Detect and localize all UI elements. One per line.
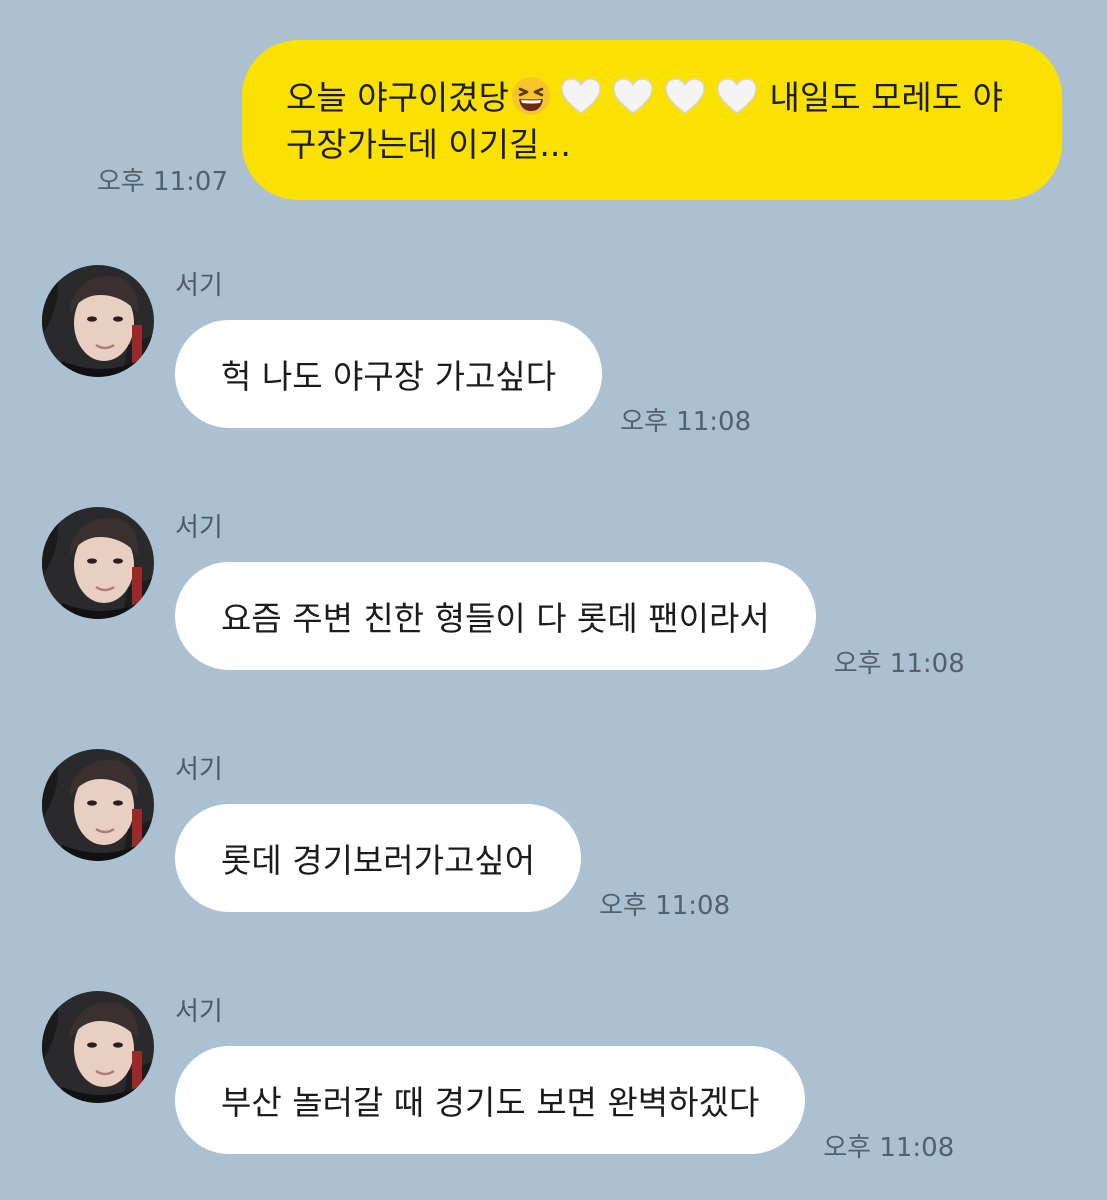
message-text: 롯데 경기보러가고싶어	[221, 841, 536, 880]
message-time: 오후 11:07	[96, 167, 228, 197]
white-heart-icon	[613, 78, 653, 114]
received-message-row: 롯데 경기보러가고싶어 오후 11:08	[175, 804, 730, 921]
message-time: 오후 11:08	[620, 407, 752, 437]
message-time: 오후 11:08	[823, 1133, 955, 1163]
received-message-row: 부산 놀러갈 때 경기도 보면 완벽하겠다 오후 11:08	[175, 1046, 954, 1163]
sender-name: 서기	[175, 997, 223, 1027]
avatar[interactable]	[42, 991, 154, 1103]
sent-message-row: 오후 11:07 오늘 야구이겼당 내일도 모레도 야구장가는데 이기길...	[97, 40, 1062, 200]
white-heart-icon	[665, 78, 705, 114]
message-text: 부산 놀러갈 때 경기도 보면 완벽하겠다	[221, 1083, 760, 1122]
received-message-row: 요즘 주변 친한 형들이 다 롯데 팬이라서 오후 11:08	[175, 562, 965, 679]
sender-name: 서기	[175, 755, 223, 785]
sent-message-bubble[interactable]: 오늘 야구이겼당 내일도 모레도 야구장가는데 이기길...	[242, 40, 1062, 200]
received-message-bubble[interactable]: 부산 놀러갈 때 경기도 보면 완벽하겠다	[175, 1046, 806, 1154]
received-message-bubble[interactable]: 요즘 주변 친한 형들이 다 롯데 팬이라서	[175, 562, 816, 670]
avatar[interactable]	[42, 265, 154, 377]
received-message-bubble[interactable]: 헉 나도 야구장 가고싶다	[175, 320, 603, 428]
message-text: 요즘 주변 친한 형들이 다 롯데 팬이라서	[221, 599, 770, 638]
avatar[interactable]	[42, 749, 154, 861]
grinning-squinting-face-icon	[512, 77, 551, 115]
avatar[interactable]	[42, 507, 154, 619]
message-time: 오후 11:08	[599, 891, 731, 921]
sender-name: 서기	[175, 271, 223, 301]
white-heart-icon	[561, 78, 601, 114]
received-message-bubble[interactable]: 롯데 경기보러가고싶어	[175, 804, 582, 912]
white-heart-icon	[717, 78, 757, 114]
message-time: 오후 11:08	[833, 649, 965, 679]
message-text: 헉 나도 야구장 가고싶다	[221, 357, 557, 396]
received-message-row: 헉 나도 야구장 가고싶다 오후 11:08	[175, 320, 751, 437]
sender-name: 서기	[175, 513, 223, 543]
message-text: 오늘 야구이겼당	[286, 78, 510, 117]
chat-room: 오후 11:07 오늘 야구이겼당 내일도 모레도 야구장가는데 이기길...	[0, 0, 1107, 1200]
